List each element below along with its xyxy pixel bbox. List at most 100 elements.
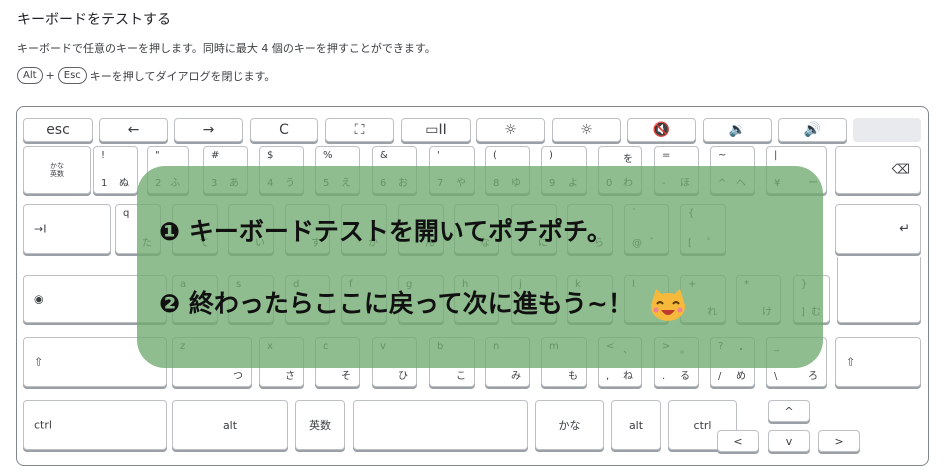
key-legend-tl: !	[101, 150, 106, 161]
blank-key	[853, 118, 921, 142]
key-row2-0: →I	[23, 204, 111, 254]
key-legend-tl: )	[549, 150, 553, 161]
key-label: esc	[46, 122, 70, 138]
close-hint: Alt + Esc キーを押してダイアログを閉じます。	[17, 67, 275, 84]
key-row5-2: 英数	[295, 400, 345, 450]
instructions-text: キーボードで任意のキーを押します。同時に最大 4 個のキーを押すことができます。	[17, 42, 436, 55]
key-row0-5: ▭II	[401, 118, 471, 142]
key-row5-5: alt	[611, 400, 661, 450]
overlay-line-1: ❶ キーボードテストを開いてポチポチ。	[159, 217, 612, 246]
key-label: 🔇	[652, 122, 671, 138]
key-legend-br: ぬ	[119, 178, 129, 189]
enter-key-extension	[837, 257, 921, 323]
key-row0-2: →	[174, 118, 243, 142]
close-hint-text: キーを押してダイアログを閉じます。	[89, 69, 276, 83]
key-label: →	[202, 122, 215, 138]
key-label: alt	[222, 418, 238, 432]
key-label: 🔊	[803, 122, 822, 138]
key-legend-tl: (	[493, 150, 497, 161]
key-legend-br: つ	[233, 371, 243, 382]
key-label: alt	[628, 418, 644, 432]
key-legend-tl: "	[155, 150, 160, 161]
key-label: ☼	[504, 122, 517, 138]
key-legend-tl: &	[380, 150, 388, 161]
esc-key-hint: Esc	[57, 67, 87, 84]
key-label: <	[733, 434, 743, 448]
key-row5-1: alt	[172, 400, 288, 450]
cat-face-icon	[650, 289, 685, 321]
key-row4-12: ⇧	[835, 337, 921, 387]
key-legend-bl: \	[774, 371, 778, 382]
key-label: ⇧	[846, 355, 856, 369]
key-row5-9: v	[768, 430, 810, 452]
key-legend-br: み	[511, 371, 521, 382]
key-legend-br: ろ	[808, 371, 818, 382]
key-label: ▭II	[425, 122, 447, 138]
key-legend-bl: 1	[101, 178, 108, 189]
key-legend-tl: %	[323, 150, 333, 161]
key-legend-br: こ	[456, 371, 466, 382]
key-label: ⌫	[891, 162, 910, 178]
key-row0-7: ☼	[552, 118, 621, 142]
key-legend-tl: '	[437, 150, 440, 161]
key-row0-6: ☼	[476, 118, 545, 142]
alt-key-hint: Alt	[17, 67, 43, 84]
key-row5-8: <	[717, 430, 759, 452]
key-label: 🔉	[728, 122, 747, 138]
key-label: v	[785, 434, 793, 448]
key-row0-0: esc	[23, 118, 93, 142]
key-label: 英数	[309, 419, 331, 432]
key-row5-3	[353, 400, 528, 450]
overlay-line-2: ❷ 終わったらここに戻って次に進もう~！	[159, 284, 688, 322]
key-legend-tr: を	[623, 154, 633, 165]
key-row0-9: 🔉	[703, 118, 772, 142]
key-row0-8: 🔇	[627, 118, 696, 142]
key-row5-7: ^	[768, 400, 810, 422]
key-label: ⛶	[354, 122, 365, 138]
key-row1-0: かな 英数	[23, 146, 91, 194]
instruction-overlay: ❶ キーボードテストを開いてポチポチ。 ❷ 終わったらここに戻って次に進もう~！	[137, 166, 823, 368]
key-label: ctrl	[693, 418, 712, 432]
key-label: ⇧	[34, 355, 44, 369]
key-legend-bl: /	[718, 371, 722, 382]
key-legend-bl: .	[662, 371, 666, 382]
key-legend-br: も	[568, 371, 578, 382]
key-row5-4: かな	[535, 400, 604, 450]
plus-sign: +	[45, 69, 55, 82]
key-label: >	[834, 434, 844, 448]
key-label: ↵	[899, 221, 910, 237]
key-legend-br: ね	[623, 371, 633, 382]
key-label-top: かな	[50, 162, 64, 170]
key-legend-br: そ	[341, 371, 351, 382]
key-legend-tl: q	[123, 208, 130, 219]
key-row1-1: ! 1 ぬ	[93, 146, 138, 194]
key-row5-0: ctrl	[23, 400, 167, 450]
key-label-bottom: 英数	[50, 170, 64, 178]
key-label: ◉	[34, 292, 44, 306]
key-legend-tl: #	[211, 150, 220, 161]
key-row0-3: C	[250, 118, 318, 142]
key-row0-10: 🔊	[778, 118, 847, 142]
key-label: ←	[127, 122, 140, 138]
key-row2-12: ↵	[835, 204, 921, 254]
key-legend-bl: ,	[606, 371, 610, 382]
key-label: ☼	[580, 122, 593, 138]
overlay-line-2-text: ❷ 終わったらここに戻って次に進もう~！	[159, 289, 633, 318]
key-legend-tl: |	[774, 150, 778, 161]
key-row1-14: ⌫	[835, 146, 921, 194]
page-title: キーボードをテストする	[17, 12, 171, 28]
key-label: C	[279, 122, 289, 138]
key-label: かな	[558, 419, 581, 432]
key-label: →I	[34, 222, 47, 236]
key-row0-4: ⛶	[325, 118, 394, 142]
key-label: ^	[784, 404, 794, 418]
key-row0-1: ←	[99, 118, 168, 142]
key-legend-br: さ	[285, 371, 295, 382]
key-legend-br: め	[736, 371, 746, 382]
key-legend-br: る	[680, 371, 690, 382]
key-legend-tl: ~	[718, 150, 727, 161]
key-legend-tl: =	[662, 150, 671, 161]
key-row5-10: >	[818, 430, 860, 452]
key-legend-tl: $	[267, 150, 274, 161]
key-label: ctrl	[34, 418, 52, 432]
